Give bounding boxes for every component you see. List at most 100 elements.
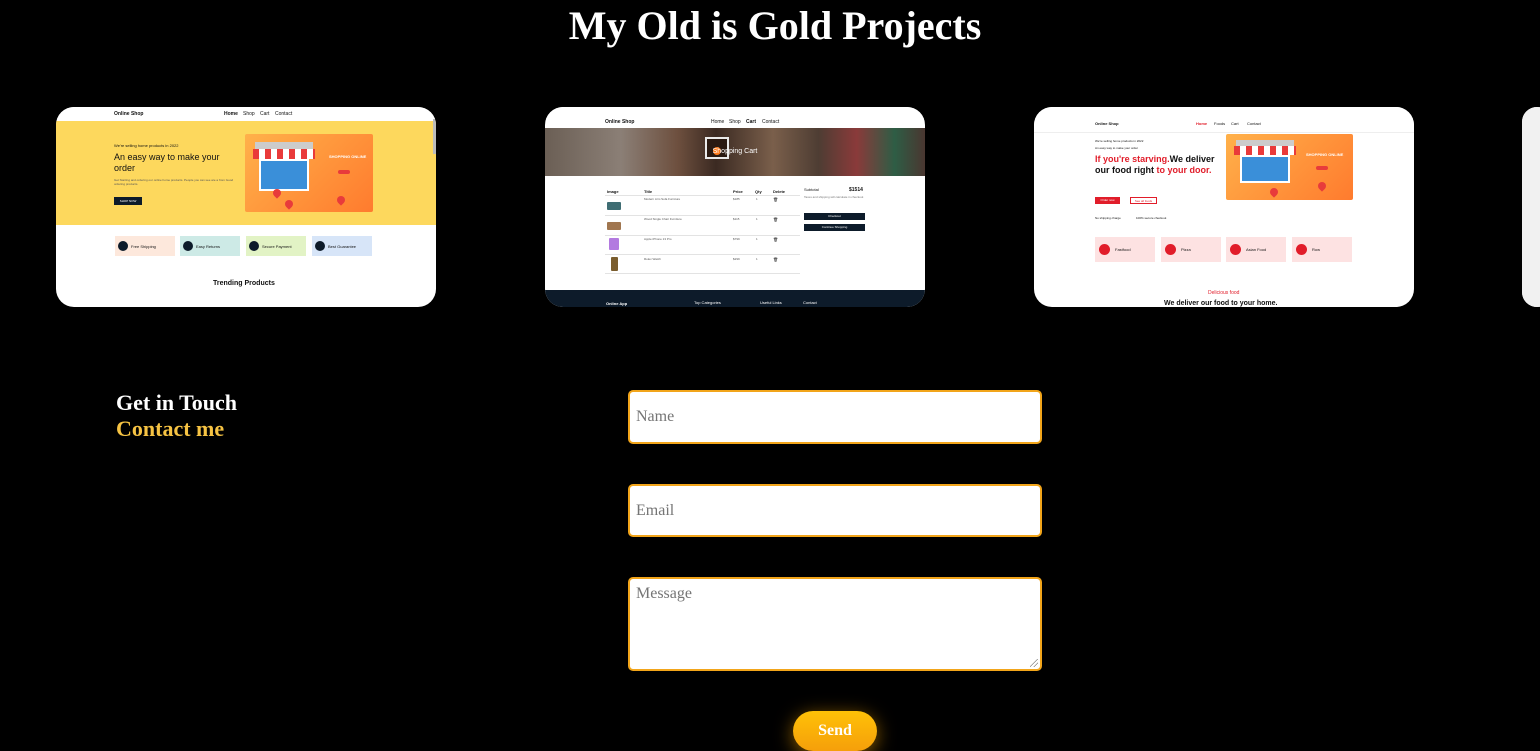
mini-nav-cart: Cart bbox=[260, 111, 270, 117]
feature-label: Secure Payment bbox=[262, 244, 292, 249]
message-textarea[interactable]: Message bbox=[628, 577, 1042, 671]
feature-label: Best Guarantee bbox=[328, 244, 357, 249]
product-thumbnail bbox=[607, 202, 621, 210]
cart-item-qty: 1 bbox=[756, 237, 758, 241]
delete-icon: 🗑 bbox=[773, 217, 779, 222]
project-card-shopping-cart[interactable]: Online Shop Home Shop Cart Contact Shopp… bbox=[545, 107, 925, 307]
table-header: Image bbox=[607, 189, 619, 194]
mini-see-all-button: See all foods bbox=[1130, 197, 1157, 204]
name-placeholder: Name bbox=[636, 408, 675, 425]
mini-nav-shop: Shop bbox=[729, 119, 741, 125]
cart-item-title: Apple iPhone 13 Pro bbox=[644, 237, 672, 241]
mini-brand: Online Shop bbox=[1095, 121, 1119, 126]
project-card-food-delivery[interactable]: Online Shop Home Foods Cart Contact We'r… bbox=[1034, 107, 1414, 307]
category-row: Row bbox=[1292, 237, 1352, 262]
mini-navbar: Online Shop Home Foods Cart Contact bbox=[1034, 107, 1414, 133]
feature-label: Free Shipping bbox=[131, 244, 156, 249]
mini-nav-shop: Shop bbox=[243, 111, 255, 117]
mini-continue-button: Continue Shopping bbox=[804, 224, 865, 231]
mini-nav-contact: Contact bbox=[762, 119, 780, 125]
mini-hero: We're selling home products in 2022 An e… bbox=[56, 121, 436, 225]
page-title: My Old is Gold Projects bbox=[568, 3, 982, 48]
mini-section-kicker: Delicious food bbox=[1208, 290, 1240, 296]
shop-illustration: SHOPPING ONLINE bbox=[245, 134, 373, 212]
mini-hero-kicker-2: An easy way to make your order bbox=[1095, 146, 1139, 150]
send-button[interactable]: Send bbox=[793, 711, 877, 751]
mini-navbar: Online Shop Home Shop Cart Contact bbox=[545, 107, 925, 125]
mini-section-title: We deliver our food to your home. bbox=[1164, 300, 1278, 307]
cart-item-title: Modern Arm Sofa Furniture bbox=[644, 197, 681, 201]
table-header: Delete bbox=[773, 189, 786, 194]
project-card-online-shop[interactable]: Online Shop Home Shop Cart Contact We're… bbox=[56, 107, 436, 307]
mini-hero-headline: If you're starving.We deliver our food r… bbox=[1095, 154, 1215, 175]
feature-easy-returns: Easy Returns bbox=[180, 236, 240, 256]
mini-order-now-button: Order now bbox=[1095, 197, 1120, 204]
product-thumbnail bbox=[607, 222, 621, 230]
subtotal-value: $1514 bbox=[849, 187, 863, 193]
cart-item-title: Rolex Watch bbox=[644, 257, 661, 261]
delete-icon: 🗑 bbox=[773, 237, 779, 242]
feature-secure-payment: Secure Payment bbox=[246, 236, 306, 256]
mini-section-title: Trending Products bbox=[213, 280, 275, 287]
table-header: Title bbox=[644, 189, 653, 194]
cart-item-price: $185 bbox=[733, 197, 740, 201]
contact-subheading: Contact me bbox=[116, 416, 225, 441]
perk-no-shipping: No shipping charge bbox=[1095, 216, 1121, 220]
footer-col: Contact bbox=[803, 300, 817, 305]
email-input[interactable]: Email bbox=[628, 484, 1042, 537]
cart-item-qty: 1 bbox=[756, 197, 758, 201]
mini-hero-kicker: We're selling home products in 2022 bbox=[1095, 139, 1144, 143]
mini-hero-title: An easy way to make your order bbox=[114, 152, 220, 173]
table-header: Price bbox=[733, 189, 743, 194]
shop-illustration: SHOPPING ONLINE bbox=[1226, 134, 1353, 200]
category-asian-food: Asian Food bbox=[1226, 237, 1286, 262]
mini-hero-desc: Get Starting and ordering our online hom… bbox=[114, 178, 234, 186]
cart-item-price: $299 bbox=[733, 257, 740, 261]
delete-icon: 🗑 bbox=[773, 257, 779, 262]
table-header: Qty bbox=[755, 189, 762, 194]
feature-label: Easy Returns bbox=[196, 244, 221, 249]
resize-handle-icon[interactable] bbox=[1030, 659, 1038, 667]
category-fastfood: Fastfood bbox=[1095, 237, 1155, 262]
name-input[interactable]: Name bbox=[628, 390, 1042, 444]
illustration-label: SHOPPING ONLINE bbox=[329, 154, 367, 159]
footer-col: Top Categories bbox=[694, 300, 721, 305]
mini-nav-home: Home bbox=[1196, 121, 1208, 126]
mini-brand: Online Shop bbox=[605, 119, 635, 125]
cart-item-price: $799 bbox=[733, 237, 740, 241]
subtotal-label: Subtotal bbox=[804, 187, 819, 192]
cart-item-qty: 1 bbox=[756, 257, 758, 261]
mini-navbar: Online Shop Home Shop Cart Contact bbox=[56, 107, 436, 121]
mini-footer: Online App Top Categories Useful Links C… bbox=[545, 290, 925, 307]
mini-banner-title: Shopping Cart bbox=[712, 148, 758, 155]
product-thumbnail bbox=[611, 257, 618, 271]
feature-free-shipping: Free Shipping bbox=[115, 236, 175, 256]
project-card-partial[interactable] bbox=[1522, 107, 1540, 307]
mini-hero-kicker: We're selling home products in 2022 bbox=[114, 143, 179, 148]
checkout-note: Taxes and shipping will calculate in che… bbox=[804, 195, 864, 199]
email-placeholder: Email bbox=[636, 502, 675, 519]
mini-brand: Online Shop bbox=[114, 111, 144, 117]
delete-icon: 🗑 bbox=[773, 197, 779, 202]
mini-nav-cart: Cart bbox=[1231, 121, 1239, 126]
product-thumbnail bbox=[609, 238, 619, 250]
mini-nav-home: Home bbox=[711, 119, 725, 125]
footer-col: Useful Links bbox=[760, 300, 782, 305]
contact-heading: Get in Touch bbox=[116, 390, 238, 415]
mini-shop-now-button: SHOP NOW bbox=[114, 197, 142, 205]
mini-nav-contact: Contact bbox=[1247, 121, 1261, 126]
category-pizza: Pizza bbox=[1161, 237, 1221, 262]
illustration-label: SHOPPING ONLINE bbox=[1306, 152, 1344, 157]
footer-brand: Online App bbox=[606, 301, 628, 306]
mini-scrollbar bbox=[433, 119, 436, 154]
cart-item-qty: 1 bbox=[756, 217, 758, 221]
cart-item-price: $115 bbox=[733, 217, 740, 221]
feature-best-guarantee: Best Guarantee bbox=[312, 236, 372, 256]
perk-secure-checkout: 100% secure checkout bbox=[1136, 216, 1167, 220]
mini-checkout-button: Checkout bbox=[804, 213, 865, 220]
mini-nav-cart: Cart bbox=[746, 119, 757, 125]
mini-nav-home: Home bbox=[224, 111, 238, 117]
message-placeholder: Message bbox=[636, 585, 692, 602]
cart-item-title: Wood Single Chair Furniture bbox=[644, 217, 682, 221]
mini-nav-foods: Foods bbox=[1214, 121, 1226, 126]
